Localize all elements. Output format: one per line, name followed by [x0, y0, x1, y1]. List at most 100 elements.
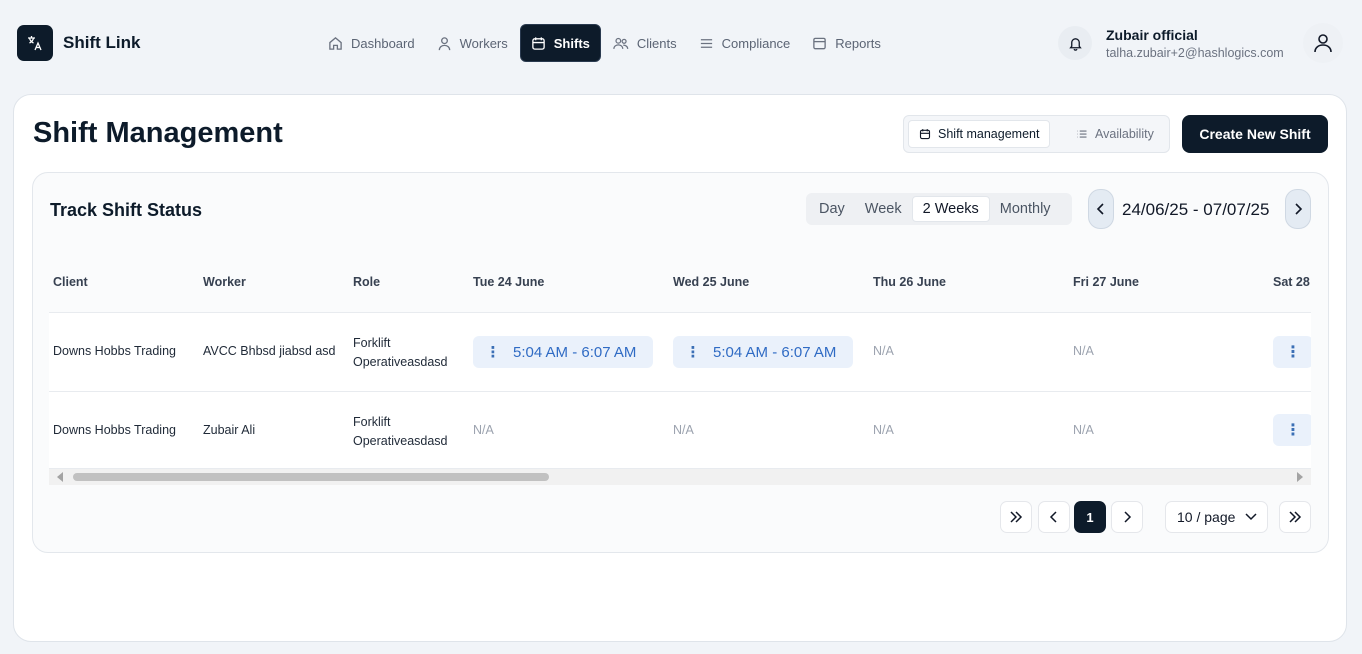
- chevron-right-icon: [1124, 511, 1132, 523]
- tab-availability[interactable]: Availability: [1066, 120, 1164, 148]
- calendar-icon: [531, 36, 545, 50]
- section-title: Track Shift Status: [50, 200, 203, 220]
- scroll-thumb[interactable]: [73, 473, 549, 481]
- table-header: Client Worker Role Tue 24 June Wed 25 Ju…: [49, 253, 1311, 313]
- chevron-left-icon: [1096, 203, 1104, 215]
- notifications-button[interactable]: [1058, 26, 1092, 60]
- role-line-1: Forklift: [353, 415, 391, 429]
- worker-cell: AVCC Bhbsd jiabsd asd: [203, 344, 336, 358]
- empty-shift-cell: N/A: [673, 423, 694, 437]
- role-cell: Forklift Operativeasdasd: [353, 334, 448, 372]
- nav-clients-label: Clients: [636, 35, 677, 51]
- page-number-button[interactable]: 1: [1074, 501, 1106, 533]
- shift-time: 5:04 AM - 6:07 AM: [513, 343, 637, 361]
- nav-workers[interactable]: Workers: [427, 24, 518, 62]
- range-tab-monthly[interactable]: Monthly: [990, 196, 1061, 222]
- logo[interactable]: [17, 25, 53, 61]
- list-icon: [1077, 130, 1087, 138]
- main-card: Shift Management Shift management Availa…: [13, 94, 1347, 642]
- date-next-button[interactable]: [1285, 189, 1311, 229]
- users-icon: [613, 37, 629, 49]
- translate-icon: [28, 36, 42, 51]
- create-new-shift-button[interactable]: Create New Shift: [1182, 115, 1328, 153]
- empty-shift-cell: N/A: [1073, 344, 1094, 358]
- view-toggle: Shift management Availability: [903, 115, 1170, 153]
- home-icon: [329, 36, 342, 50]
- shift-pill-partial[interactable]: ⋮: [1273, 414, 1311, 446]
- empty-shift-cell: N/A: [873, 344, 894, 358]
- client-cell: Downs Hobbs Trading: [53, 423, 176, 437]
- col-day-4: Fri 27 June: [1073, 275, 1139, 289]
- worker-cell: Zubair Ali: [203, 423, 256, 437]
- nav-dashboard[interactable]: Dashboard: [318, 24, 425, 62]
- nav-workers-label: Workers: [459, 35, 508, 51]
- client-cell: Downs Hobbs Trading: [53, 344, 176, 358]
- table-row: Downs Hobbs Trading Zubair Ali Forklift …: [49, 392, 1311, 469]
- range-tab-day[interactable]: Day: [809, 196, 855, 222]
- col-role: Role: [353, 275, 381, 289]
- nav-compliance[interactable]: Compliance: [689, 24, 801, 62]
- shift-pill-partial[interactable]: ⋮: [1273, 336, 1311, 368]
- col-day-3: Thu 26 June: [873, 275, 946, 289]
- range-tab-week[interactable]: Week: [855, 196, 912, 222]
- chevron-left-icon: [1049, 511, 1057, 523]
- more-vertical-icon[interactable]: ⋮: [673, 343, 713, 361]
- prev-page-button[interactable]: [1038, 501, 1070, 533]
- shift-status-card: Track Shift Status Day Week 2 Weeks Mont…: [32, 172, 1329, 553]
- nav-clients[interactable]: Clients: [603, 24, 687, 62]
- range-tabs: Day Week 2 Weeks Monthly: [806, 193, 1072, 225]
- user-icon: [1314, 34, 1332, 53]
- menu-lines-icon: [700, 38, 712, 48]
- shift-time: 5:04 AM - 6:07 AM: [713, 343, 837, 361]
- report-icon: [813, 37, 827, 49]
- main-nav: Dashboard Workers Shifts Clients Complia…: [318, 24, 893, 62]
- nav-compliance-label: Compliance: [721, 35, 791, 51]
- date-prev-button[interactable]: [1088, 189, 1114, 229]
- tab-availability-label: Availability: [1095, 127, 1154, 141]
- empty-shift-cell: N/A: [1073, 423, 1094, 437]
- scroll-left-arrow-icon[interactable]: [57, 472, 63, 482]
- calendar-icon: [919, 129, 931, 140]
- nav-shifts[interactable]: Shifts: [519, 24, 601, 62]
- empty-shift-cell: N/A: [473, 423, 494, 437]
- shift-pill[interactable]: ⋮ 5:04 AM - 6:07 AM: [673, 336, 853, 368]
- col-client: Client: [53, 275, 88, 289]
- range-tab-2-weeks[interactable]: 2 Weeks: [911, 196, 990, 222]
- date-range: 24/06/25 - 07/07/25: [1122, 200, 1270, 219]
- page-size-value: 10 / page: [1177, 509, 1236, 525]
- col-day-5: Sat 28: [1273, 275, 1310, 289]
- shift-pill[interactable]: ⋮ 5:04 AM - 6:07 AM: [473, 336, 653, 368]
- page-title: Shift Management: [33, 117, 283, 149]
- role-line-2: Operativeasdasd: [353, 355, 448, 369]
- role-cell: Forklift Operativeasdasd: [353, 413, 448, 451]
- nav-dashboard-label: Dashboard: [351, 35, 415, 51]
- role-line-2: Operativeasdasd: [353, 434, 448, 448]
- tab-shift-management[interactable]: Shift management: [908, 120, 1051, 148]
- nav-shifts-label: Shifts: [553, 35, 590, 51]
- empty-shift-cell: N/A: [873, 423, 894, 437]
- role-line-1: Forklift: [353, 336, 391, 350]
- col-day-1: Tue 24 June: [473, 275, 545, 289]
- double-chevron-icon: [1289, 511, 1302, 523]
- table-row: Downs Hobbs Trading AVCC Bhbsd jiabsd as…: [49, 313, 1311, 392]
- person-icon: [438, 36, 450, 50]
- jump-prev-pages-button[interactable]: [1000, 501, 1032, 533]
- avatar[interactable]: [1303, 23, 1343, 63]
- tab-shift-management-label: Shift management: [938, 127, 1040, 141]
- brand-name: Shift Link: [63, 33, 141, 52]
- nav-reports-label: Reports: [835, 35, 881, 51]
- col-day-2: Wed 25 June: [673, 275, 750, 289]
- bell-icon: [1068, 37, 1082, 51]
- jump-next-pages-button[interactable]: [1279, 501, 1311, 533]
- double-chevron-icon: [1010, 511, 1023, 523]
- page-size-select[interactable]: 10 / page: [1165, 501, 1268, 533]
- horizontal-scrollbar[interactable]: [49, 469, 1311, 485]
- user-email: talha.zubair+2@hashlogics.com: [1106, 46, 1284, 60]
- next-page-button[interactable]: [1111, 501, 1143, 533]
- scroll-right-arrow-icon[interactable]: [1297, 472, 1303, 482]
- chevron-down-icon: [1245, 513, 1257, 521]
- more-vertical-icon[interactable]: ⋮: [473, 343, 513, 361]
- chevron-right-icon: [1295, 203, 1303, 215]
- top-bar: Shift Link Dashboard Workers Shifts Clie…: [0, 0, 1362, 86]
- nav-reports[interactable]: Reports: [802, 24, 891, 62]
